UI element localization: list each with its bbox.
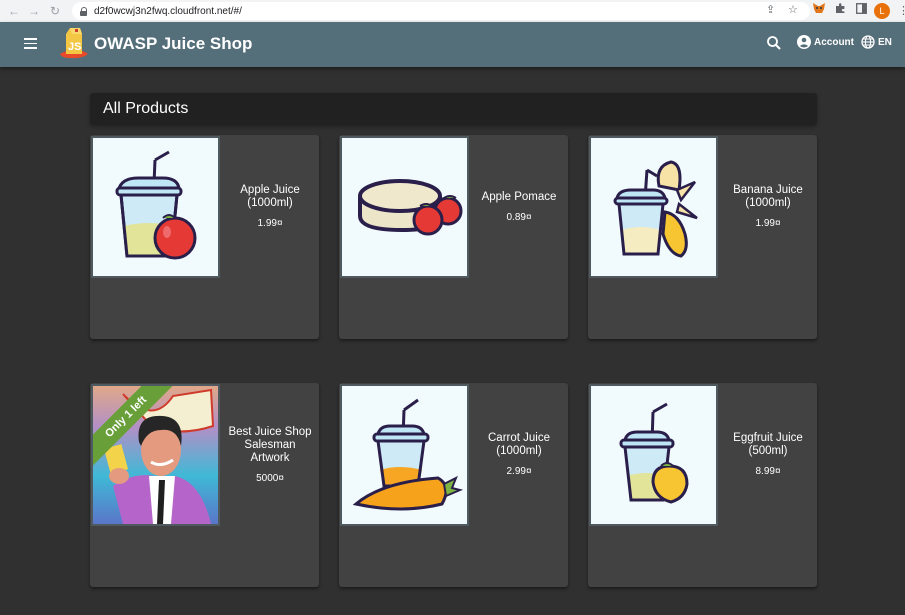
product-image[interactable]	[91, 136, 220, 278]
product-card[interactable]: Eggfruit Juice (500ml) 8.99¤	[588, 383, 817, 587]
app-toolbar: JS OWASP Juice Shop Account EN	[0, 22, 905, 67]
product-info: Apple Juice (1000ml) 1.99¤	[221, 135, 319, 278]
product-price: 8.99¤	[755, 466, 781, 477]
apple-pomace-image	[358, 179, 463, 236]
product-image[interactable]	[340, 136, 469, 278]
apple-juice-image	[115, 150, 197, 260]
product-card[interactable]: Banana Juice (1000ml) 1.99¤	[588, 135, 817, 339]
product-image[interactable]: Only 1 left	[91, 384, 220, 526]
extensions-puzzle-icon[interactable]	[835, 3, 846, 14]
menu-icon[interactable]	[24, 38, 37, 49]
product-info: Eggfruit Juice (500ml) 8.99¤	[719, 383, 817, 526]
product-price: 2.99¤	[506, 466, 532, 477]
app-title[interactable]: OWASP Juice Shop	[94, 34, 252, 54]
language-label: EN	[878, 36, 892, 48]
all-products-header: All Products	[90, 93, 817, 125]
sidepanel-icon[interactable]	[856, 3, 867, 14]
product-price: 1.99¤	[755, 218, 781, 229]
product-card[interactable]: Only 1 left Best Juice Shop Salesman Art…	[90, 383, 319, 587]
product-name: Eggfruit Juice (500ml)	[733, 432, 803, 457]
product-card[interactable]: Apple Juice (1000ml) 1.99¤	[90, 135, 319, 339]
product-info: Apple Pomace 0.89¤	[470, 135, 568, 278]
account-circle-icon	[797, 35, 811, 49]
product-info: Banana Juice (1000ml) 1.99¤	[719, 135, 817, 278]
product-info: Carrot Juice (1000ml) 2.99¤	[470, 383, 568, 526]
reload-icon[interactable]: ↻	[46, 2, 64, 20]
star-icon[interactable]: ☆	[788, 3, 798, 16]
url-text: d2f0wcwj3n2fwq.cloudfront.net/#/	[94, 5, 242, 17]
forward-icon[interactable]: →	[25, 2, 43, 20]
product-image[interactable]	[340, 384, 469, 526]
product-card[interactable]: Carrot Juice (1000ml) 2.99¤	[339, 383, 568, 587]
account-label: Account	[814, 36, 854, 48]
lock-icon	[80, 6, 88, 16]
product-image[interactable]	[589, 136, 718, 278]
language-button[interactable]: EN	[861, 35, 892, 49]
product-card[interactable]: Apple Pomace 0.89¤	[339, 135, 568, 339]
search-icon[interactable]	[766, 35, 782, 51]
address-bar[interactable]: d2f0wcwj3n2fwq.cloudfront.net/#/	[72, 2, 810, 20]
banana-juice-image	[613, 160, 698, 258]
profile-avatar[interactable]: L	[874, 3, 890, 19]
share-icon[interactable]: ⇪	[766, 3, 775, 16]
metamask-extension-icon[interactable]	[813, 3, 825, 14]
product-price: 1.99¤	[257, 218, 283, 229]
product-name: Carrot Juice (1000ml)	[488, 432, 550, 457]
carrot-juice-image	[352, 398, 464, 511]
product-price: 5000¤	[256, 472, 284, 484]
globe-icon	[861, 35, 875, 49]
svg-text:JS: JS	[68, 41, 81, 53]
back-icon[interactable]: ←	[5, 2, 23, 20]
eggfruit-juice-image	[619, 402, 689, 504]
product-info: Best Juice Shop Salesman Artwork 5000¤	[221, 383, 319, 526]
product-price: 0.89¤	[506, 211, 532, 223]
browser-toolbar: ← → ↻ d2f0wcwj3n2fwq.cloudfront.net/#/ ⇪…	[0, 0, 905, 22]
product-name: Apple Juice (1000ml)	[240, 184, 300, 209]
product-name: Apple Pomace	[481, 190, 557, 203]
page-title: All Products	[103, 100, 189, 117]
salesman-artwork-image	[103, 388, 215, 524]
product-name: Banana Juice (1000ml)	[733, 184, 803, 209]
product-name: Best Juice Shop Salesman Artwork	[228, 425, 312, 464]
more-menu-icon[interactable]: ⋮	[898, 4, 905, 17]
juice-shop-logo-icon[interactable]: JS	[58, 26, 90, 60]
account-button[interactable]: Account	[797, 35, 854, 49]
product-image[interactable]	[589, 384, 718, 526]
